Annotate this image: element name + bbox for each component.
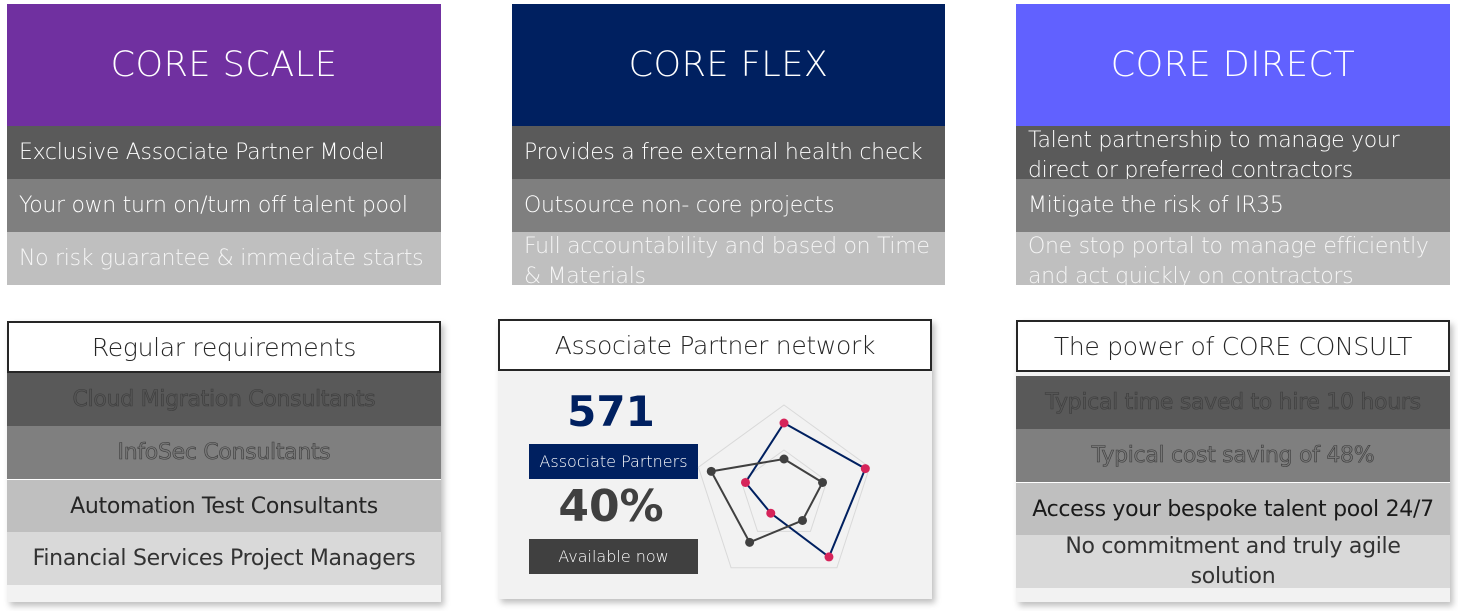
- radar-point-navy: [860, 464, 870, 474]
- radar-point-grey: [798, 515, 808, 525]
- radar-point-navy: [779, 418, 789, 428]
- service-feature: Full accountability and based on Time & …: [512, 232, 945, 285]
- list-item: Typical time saved to hire 10 hours: [1016, 376, 1450, 429]
- available-percent: 40%: [558, 481, 664, 532]
- available-label: Available now: [529, 539, 698, 574]
- list-item: No commitment and truly agile solution: [1016, 535, 1450, 588]
- service-feature: Mitigate the risk of IR35: [1016, 179, 1450, 232]
- list-item: Automation Test Consultants: [7, 479, 441, 533]
- radar-point-navy: [824, 552, 834, 562]
- partners-label: Associate Partners: [529, 444, 698, 479]
- service-feature: Provides a free external health check: [512, 126, 945, 179]
- service-card-core-direct: CORE DIRECT Talent partnership to manage…: [1016, 4, 1450, 285]
- service-feature: No risk guarantee & immediate starts: [7, 232, 441, 285]
- service-title: CORE DIRECT: [1016, 4, 1450, 126]
- radar-grid-ring: [697, 404, 871, 569]
- service-feature: Exclusive Associate Partner Model: [7, 126, 441, 179]
- radar-point-grey: [745, 537, 755, 547]
- radar-point-grey: [779, 454, 789, 464]
- service-title: CORE SCALE: [7, 4, 441, 126]
- service-feature: Talent partnership to manage your direct…: [1016, 126, 1450, 179]
- panel-title: The power of CORE CONSULT: [1016, 320, 1450, 372]
- list-item: Cloud Migration Consultants: [7, 373, 441, 426]
- requirements-panel: Regular requirements Cloud Migration Con…: [7, 321, 441, 602]
- radar-point-grey: [818, 477, 828, 487]
- radar-point-navy: [766, 508, 776, 518]
- list-item: Typical cost saving of 48%: [1016, 429, 1450, 482]
- panel-title: Regular requirements: [7, 321, 441, 373]
- network-panel: Associate Partner network 571 Associate …: [498, 319, 932, 599]
- radar-series-grey: [709, 457, 824, 544]
- service-card-core-flex: CORE FLEX Provides a free external healt…: [512, 4, 945, 285]
- radar-point-grey: [706, 466, 716, 476]
- radar-chart: [697, 404, 871, 569]
- list-item: Access your bespoke talent pool 24/7: [1016, 482, 1450, 536]
- radar-point-navy: [740, 477, 750, 487]
- power-panel: The power of CORE CONSULT Typical time s…: [1016, 320, 1450, 602]
- service-feature: One stop portal to manage efficiently an…: [1016, 232, 1450, 285]
- service-feature: Outsource non- core projects: [512, 179, 945, 232]
- list-item: InfoSec Consultants: [7, 426, 441, 479]
- service-feature: Your own turn on/turn off talent pool: [7, 179, 441, 232]
- service-title: CORE FLEX: [512, 4, 945, 126]
- service-card-core-scale: CORE SCALE Exclusive Associate Partner M…: [7, 4, 441, 285]
- partners-count: 571: [567, 387, 655, 436]
- list-item: Financial Services Project Managers: [7, 532, 441, 585]
- panel-title: Associate Partner network: [498, 319, 932, 371]
